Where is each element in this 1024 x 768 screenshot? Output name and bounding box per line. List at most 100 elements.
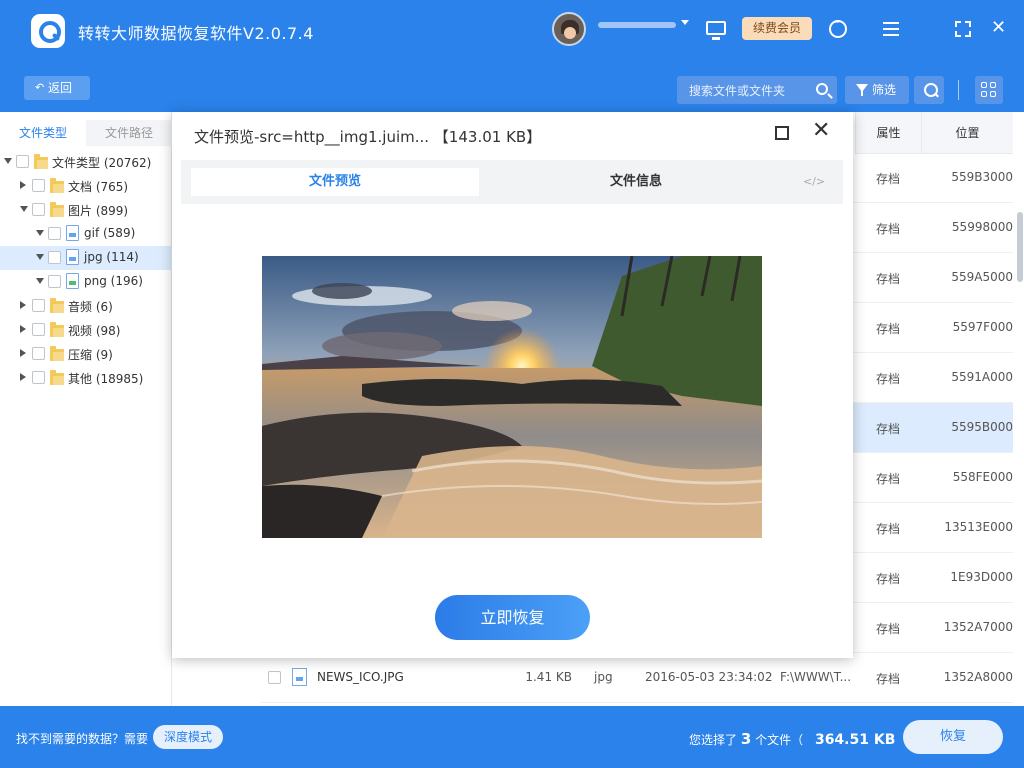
search-box[interactable]: 搜索文件或文件夹 [677,76,837,104]
back-button[interactable]: ↶ 返回 [24,76,90,100]
recover-button[interactable]: 恢复 [903,720,1003,754]
maximize-icon[interactable] [775,126,789,140]
dialog-title: 文件预览-src=http__img1.juim... 【143.01 KB】 [194,128,542,146]
filter-button[interactable]: 筛选 [845,76,909,104]
collapse-arrow-icon[interactable] [20,206,28,212]
tab-file-path[interactable]: 文件路径 [86,120,172,146]
tree-item-label: 文件类型 (20762) [52,156,152,170]
expand-arrow-icon[interactable] [20,181,26,189]
user-menu-caret-icon[interactable] [681,20,689,25]
tree-item[interactable]: 文件类型 (20762) [0,150,172,174]
tree-item[interactable]: 其他 (18985) [0,366,172,390]
image-file-icon [66,249,79,265]
column-header-position[interactable]: 位置 [921,112,1013,154]
bottom-bar: 找不到需要的数据？需要 深度模式 您选择了 3 个文件（ 364.51 KB ）… [0,706,1024,768]
tree-checkbox[interactable] [16,155,29,168]
cell-position: 558FE000 [952,470,1013,484]
tree-item-label: png (196) [84,274,143,288]
toolbar: ↶ 返回 搜索文件或文件夹 筛选 [0,60,1024,112]
sidebar-tabs: 文件类型 文件路径 [0,120,172,146]
cell-file-path: F:\WWW\T... [780,670,852,684]
tree-checkbox[interactable] [32,323,45,336]
tree-checkbox[interactable] [32,347,45,360]
expand-arrow-icon[interactable] [20,301,26,309]
tree-item[interactable]: 音频 (6) [0,294,172,318]
fullscreen-icon[interactable] [955,21,971,37]
tree-checkbox[interactable] [32,179,45,192]
selection-count: 3 [740,730,752,748]
tree-checkbox[interactable] [48,275,61,288]
selection-size: 364.51 KB [814,732,896,748]
deep-mode-button[interactable]: 深度模式 [153,725,223,749]
collapse-arrow-icon[interactable] [36,254,44,260]
search-input[interactable]: 搜索文件或文件夹 [689,82,809,99]
tree-item[interactable]: jpg (114) [0,246,172,270]
tree-checkbox[interactable] [32,203,45,216]
row-checkbox[interactable] [268,671,281,684]
dialog-tabs: 文件预览 文件信息 </> [181,160,843,204]
username-redacted[interactable] [598,22,676,28]
renew-vip-button[interactable]: 续费会员 [742,17,812,40]
tree-checkbox[interactable] [32,299,45,312]
tree-item-label: gif (589) [84,226,136,240]
app-close-icon[interactable]: ✕ [991,19,1006,37]
scan-search-button[interactable] [914,76,944,104]
tree-checkbox[interactable] [48,227,61,240]
recover-now-button[interactable]: 立即恢复 [435,595,590,640]
folder-icon [50,322,64,337]
collapse-arrow-icon[interactable] [4,158,12,164]
cell-position: 55998000 [951,220,1013,234]
scrollbar-thumb[interactable] [1017,212,1023,282]
expand-arrow-icon[interactable] [20,373,26,381]
code-view-icon[interactable]: </> [803,175,825,188]
cell-position: 1352A8000 [943,670,1013,684]
cell-file-type: jpg [594,670,613,684]
cell-position: 1352A7000 [943,620,1013,634]
grid-view-button[interactable] [975,76,1003,104]
cell-modified-date: 2016-05-03 23:34:02 [645,670,773,684]
tree-item-label: 视频 (98) [68,324,121,338]
cell-attribute: 存档 [875,572,900,586]
collapse-arrow-icon[interactable] [36,230,44,236]
tab-file-info[interactable]: 文件信息 [486,168,786,196]
tree-item[interactable]: gif (589) [0,222,172,246]
column-header-attribute[interactable]: 属性 [855,112,921,154]
tree-item[interactable]: 视频 (98) [0,318,172,342]
tree-item-label: 其他 (18985) [68,372,144,386]
collapse-arrow-icon[interactable] [36,278,44,284]
folder-icon [50,178,64,193]
monitor-icon[interactable] [706,21,726,40]
back-arrow-icon: ↶ [35,81,45,94]
app-logo-icon [31,14,65,48]
tree-item[interactable]: 文档 (765) [0,174,172,198]
cell-position: 5597F000 [952,320,1013,334]
menu-icon[interactable] [883,22,899,36]
dialog-close-icon[interactable]: ✕ [812,120,830,142]
image-file-icon [66,273,79,289]
cell-position: 1E93D000 [950,570,1013,584]
scrollbar-track[interactable] [1015,210,1023,702]
tree-checkbox[interactable] [48,251,61,264]
user-avatar[interactable] [552,12,586,46]
tree-item[interactable]: png (196) [0,270,172,294]
toolbar-divider [958,80,959,100]
folder-icon [50,202,64,217]
table-row[interactable]: NEWS_ICO.JPG 1.41 KB jpg 2016-05-03 23:34:0… [260,653,1013,703]
image-file-icon [66,225,79,241]
expand-arrow-icon[interactable] [20,325,26,333]
cell-attribute: 存档 [875,472,900,486]
cell-position: 5591A000 [951,370,1013,384]
tree-item[interactable]: 压缩 (9) [0,342,172,366]
search-icon[interactable] [816,83,828,95]
tab-file-type[interactable]: 文件类型 [0,120,86,146]
tree-item-label: 压缩 (9) [68,348,113,362]
preview-image [262,256,762,538]
tab-file-preview[interactable]: 文件预览 [191,168,479,196]
customer-service-icon[interactable] [829,18,847,38]
folder-icon [34,154,48,169]
expand-arrow-icon[interactable] [20,349,26,357]
tree-checkbox[interactable] [32,371,45,384]
filter-icon [856,84,868,96]
selection-summary: 您选择了 3 个文件（ 364.51 KB ） [689,730,919,748]
tree-item[interactable]: 图片 (899) [0,198,172,222]
